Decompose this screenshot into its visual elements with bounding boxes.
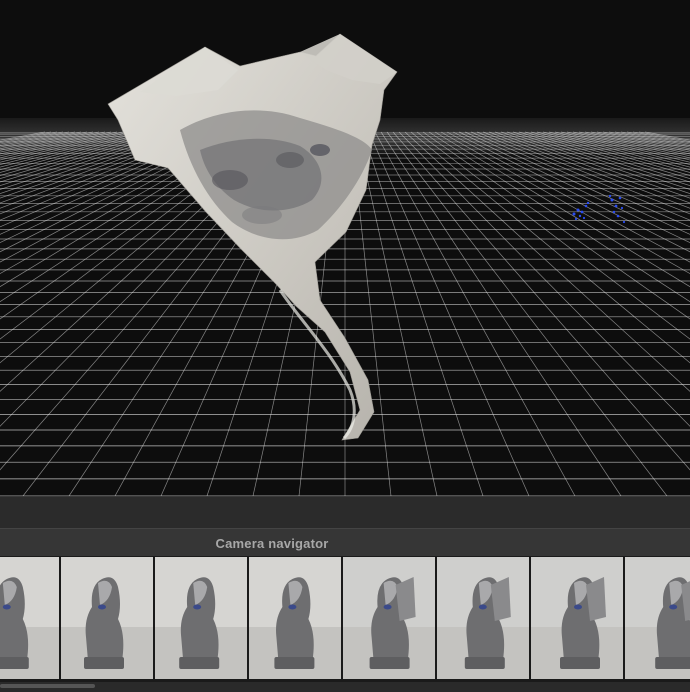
camera-thumbnail[interactable] bbox=[437, 557, 529, 679]
camera-thumbnail[interactable] bbox=[343, 557, 435, 679]
scene-svg bbox=[0, 0, 690, 496]
camera-thumbnail[interactable] bbox=[155, 557, 247, 679]
camera-navigator-header: Camera navigator bbox=[0, 528, 690, 558]
figurine-image bbox=[343, 557, 435, 679]
camera-thumbnail[interactable] bbox=[625, 557, 690, 679]
camera-thumbnail[interactable] bbox=[249, 557, 341, 679]
horizontal-scrollbar[interactable] bbox=[0, 684, 95, 688]
figurine-image bbox=[249, 557, 341, 679]
camera-thumbnail[interactable] bbox=[61, 557, 153, 679]
figurine-image bbox=[61, 557, 153, 679]
panel-title: Camera navigator bbox=[215, 535, 329, 551]
figurine-image bbox=[531, 557, 623, 679]
camera-thumbnail[interactable] bbox=[531, 557, 623, 679]
bottom-strip bbox=[0, 682, 690, 692]
camera-thumbnail[interactable] bbox=[0, 557, 59, 679]
camera-thumbnail-strip[interactable] bbox=[0, 556, 690, 682]
figurine-image bbox=[0, 557, 59, 679]
figurine-image bbox=[437, 557, 529, 679]
viewport-toolbar-area bbox=[0, 496, 690, 529]
figurine-image bbox=[625, 557, 690, 679]
figurine-image bbox=[155, 557, 247, 679]
3d-viewport[interactable] bbox=[0, 0, 690, 496]
